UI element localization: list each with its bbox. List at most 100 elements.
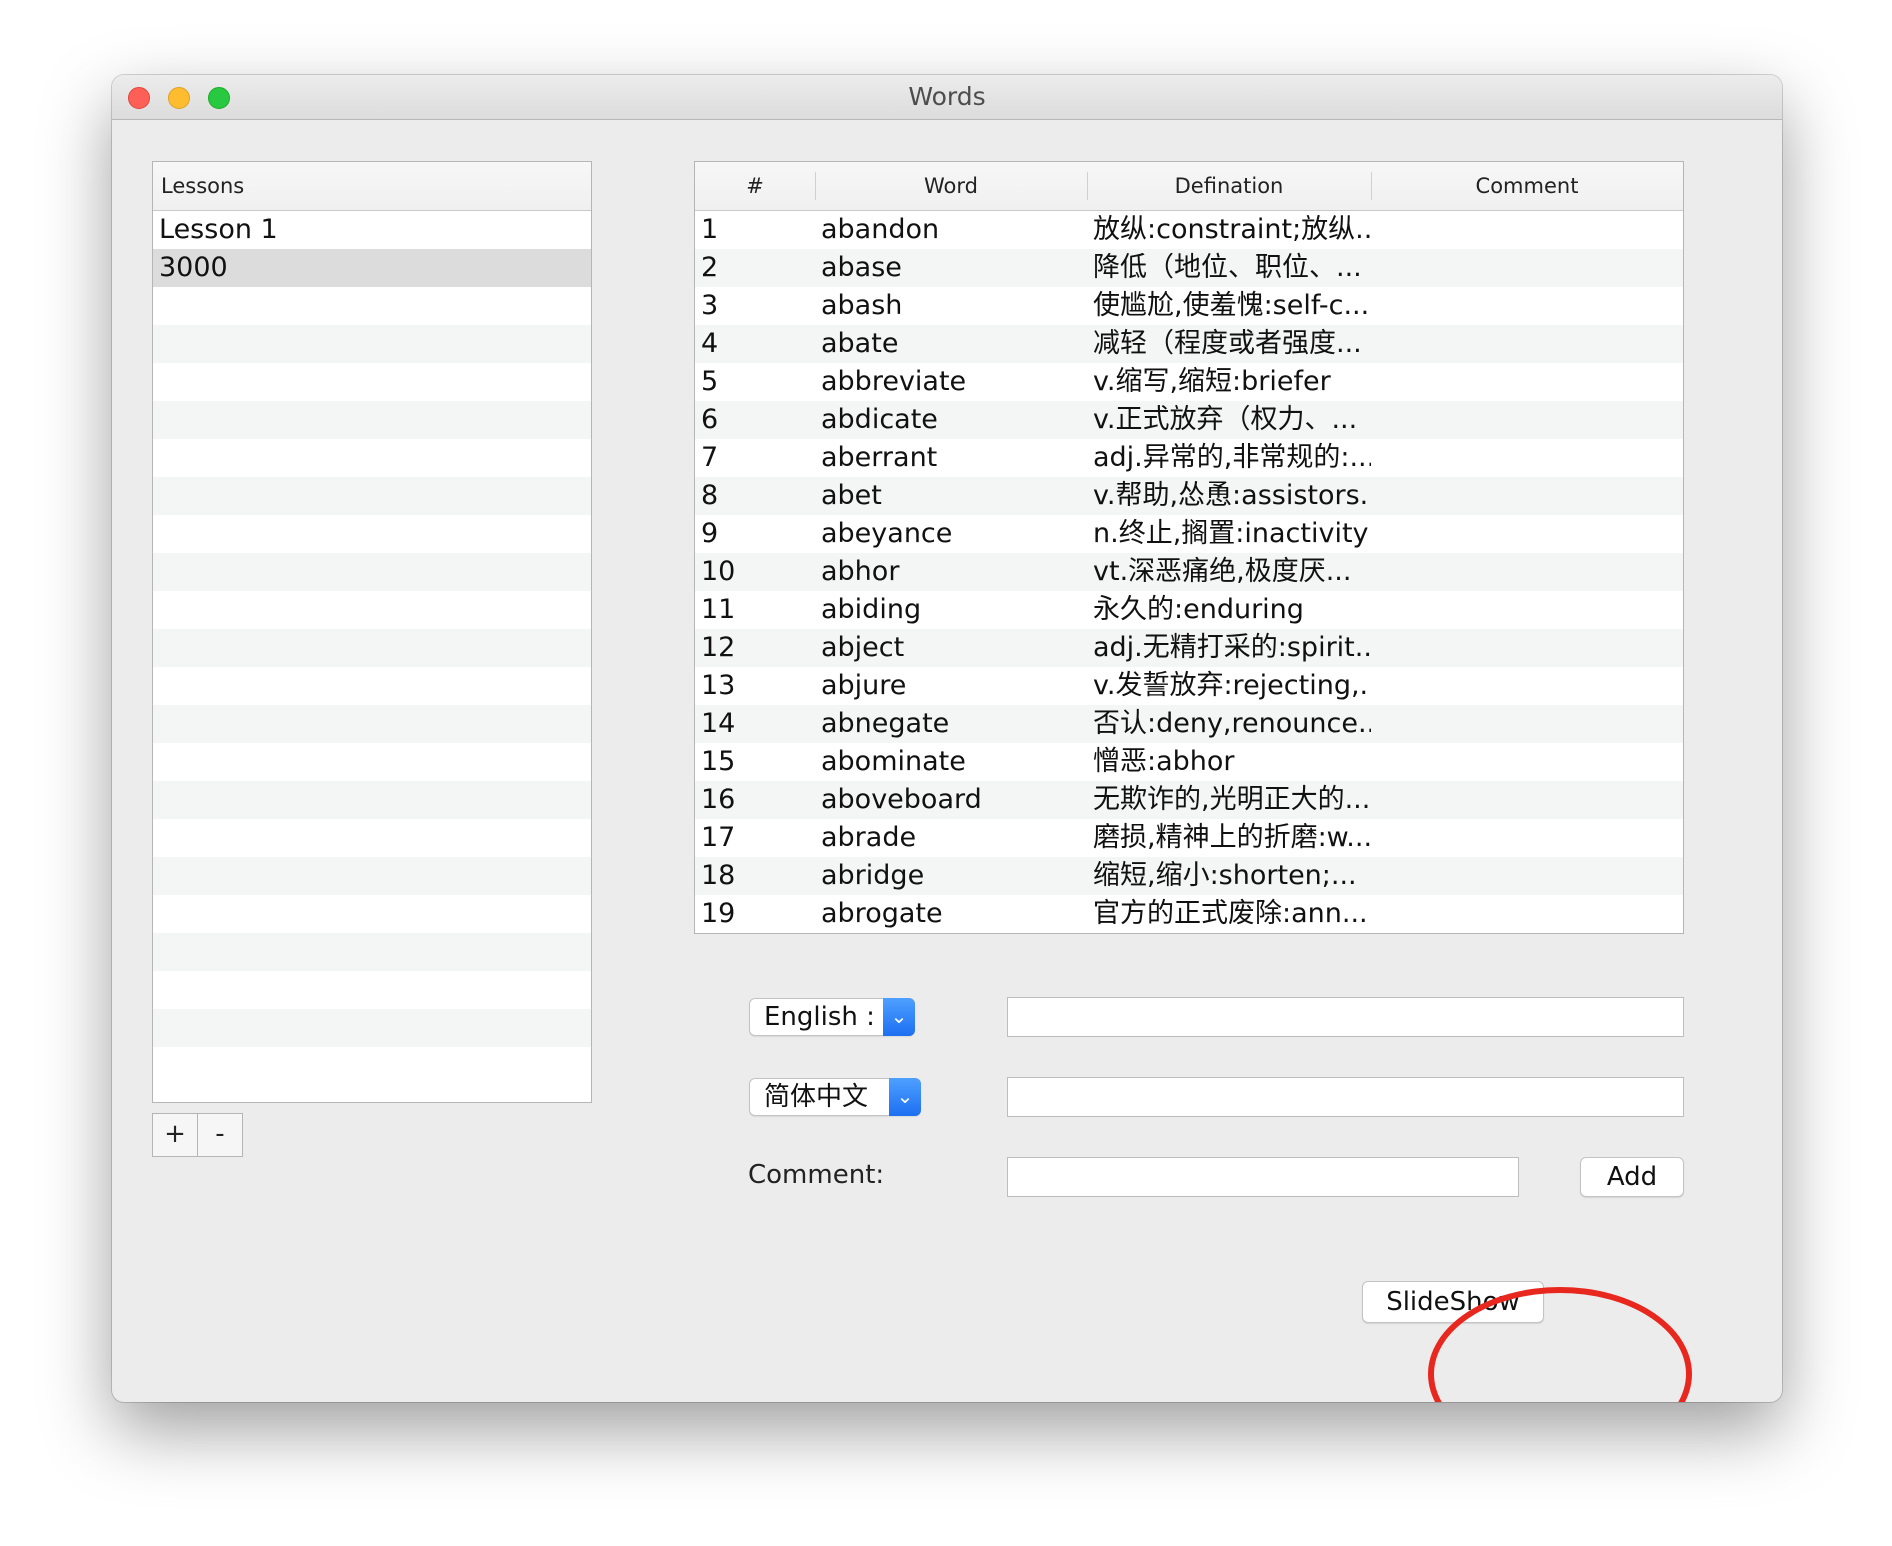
- words-table[interactable]: # Word Defination Comment 1 abandon 放纵:con…: [694, 161, 1684, 934]
- table-row[interactable]: 13 abjure v.发誓放弃:rejecting,...: [695, 667, 1683, 705]
- remove-lesson-button[interactable]: -: [197, 1113, 243, 1157]
- word-number-cell: 10: [701, 556, 736, 587]
- chinese-dropdown-label: 简体中文: [764, 1082, 869, 1112]
- definition-cell: 使尴尬,使羞愧:self-c...: [1093, 290, 1370, 321]
- table-row[interactable]: 10 abhor vt.深恶痛绝,极度厌...: [695, 553, 1683, 591]
- word-number-cell: 4: [701, 328, 719, 359]
- table-header: # Word Defination Comment: [695, 162, 1683, 211]
- comment-cell: [1371, 439, 1683, 477]
- column-header-number[interactable]: #: [695, 162, 815, 210]
- word-number-cell: 12: [701, 632, 736, 663]
- table-row[interactable]: 2 abase 降低（地位、职位、...: [695, 249, 1683, 287]
- table-row[interactable]: 1 abandon 放纵:constraint;放纵...: [695, 211, 1683, 249]
- column-header-comment[interactable]: Comment: [1371, 162, 1683, 210]
- word-cell: abiding: [821, 594, 922, 625]
- table-row[interactable]: 18 abridge 缩短,缩小:shorten;...: [695, 857, 1683, 895]
- chinese-language-dropdown[interactable]: 简体中文 ⌄: [749, 1078, 921, 1116]
- word-cell: abrogate: [821, 898, 943, 929]
- comment-cell: [1371, 629, 1683, 667]
- add-lesson-button[interactable]: +: [152, 1113, 198, 1157]
- comment-cell: [1371, 325, 1683, 363]
- add-word-button[interactable]: Add: [1580, 1157, 1684, 1197]
- table-row[interactable]: 6 abdicate v.正式放弃（权力、...: [695, 401, 1683, 439]
- table-row[interactable]: 12 abject adj.无精打采的:spirit...: [695, 629, 1683, 667]
- table-row[interactable]: 3 abash 使尴尬,使羞愧:self-c...: [695, 287, 1683, 325]
- table-row[interactable]: 11 abiding 永久的:enduring: [695, 591, 1683, 629]
- table-row[interactable]: 9 abeyance n.终止,搁置:inactivity: [695, 515, 1683, 553]
- empty-lesson-row: [153, 439, 591, 477]
- lessons-rows: Lesson 1 3000: [153, 211, 591, 1085]
- app-window: Words Lessons Lesson 1 3000 + - # Word De…: [112, 75, 1782, 1402]
- close-window-button[interactable]: [128, 87, 150, 109]
- table-row[interactable]: 17 abrade 磨损,精神上的折磨:w...: [695, 819, 1683, 857]
- comment-cell: [1371, 363, 1683, 401]
- word-cell: abase: [821, 252, 902, 283]
- word-cell: abrade: [821, 822, 917, 853]
- table-row[interactable]: 7 aberrant adj.异常的,非常规的:...: [695, 439, 1683, 477]
- empty-lesson-row: [153, 971, 591, 1009]
- empty-lesson-row: [153, 857, 591, 895]
- word-cell: abandon: [821, 214, 940, 245]
- word-number-cell: 2: [701, 252, 719, 283]
- empty-lesson-row: [153, 591, 591, 629]
- comment-cell: [1371, 591, 1683, 629]
- lessons-list[interactable]: Lessons Lesson 1 3000: [152, 161, 592, 1103]
- empty-lesson-row: [153, 1047, 591, 1085]
- comment-field[interactable]: [1007, 1157, 1519, 1197]
- comment-cell: [1371, 287, 1683, 325]
- table-row[interactable]: 4 abate 减轻（程度或者强度...: [695, 325, 1683, 363]
- word-cell: aboveboard: [821, 784, 982, 815]
- table-row[interactable]: 5 abbreviate v.缩写,缩短:briefer: [695, 363, 1683, 401]
- word-number-cell: 1: [701, 214, 719, 245]
- word-number-cell: 8: [701, 480, 719, 511]
- table-row[interactable]: 14 abnegate 否认:deny,renounce...: [695, 705, 1683, 743]
- word-number-cell: 7: [701, 442, 719, 473]
- empty-lesson-row: [153, 477, 591, 515]
- comment-cell: [1371, 819, 1683, 857]
- lesson-item[interactable]: 3000: [153, 249, 591, 287]
- word-number-cell: 6: [701, 404, 719, 435]
- column-header-word[interactable]: Word: [815, 162, 1087, 210]
- comment-cell: [1371, 895, 1683, 933]
- english-dropdown-label: English :: [764, 1002, 875, 1032]
- word-number-cell: 9: [701, 518, 719, 549]
- definition-cell: 放纵:constraint;放纵...: [1093, 214, 1371, 245]
- comment-cell: [1371, 743, 1683, 781]
- chinese-definition-field[interactable]: [1007, 1077, 1684, 1117]
- definition-cell: vt.深恶痛绝,极度厌...: [1093, 556, 1352, 587]
- word-cell: abhor: [821, 556, 900, 587]
- lesson-item[interactable]: Lesson 1: [153, 211, 591, 249]
- definition-cell: v.正式放弃（权力、...: [1093, 404, 1358, 435]
- word-cell: abnegate: [821, 708, 950, 739]
- comment-cell: [1371, 857, 1683, 895]
- table-row[interactable]: 16 aboveboard 无欺诈的,光明正大的...: [695, 781, 1683, 819]
- chevron-down-icon: ⌄: [883, 998, 915, 1036]
- empty-lesson-row: [153, 629, 591, 667]
- lessons-header[interactable]: Lessons: [153, 162, 591, 211]
- minimize-window-button[interactable]: [168, 87, 190, 109]
- table-row[interactable]: 15 abominate 憎恶:abhor: [695, 743, 1683, 781]
- table-row[interactable]: 19 abrogate 官方的正式废除:ann...: [695, 895, 1683, 933]
- chevron-down-icon: ⌄: [889, 1078, 921, 1116]
- empty-lesson-row: [153, 363, 591, 401]
- word-number-cell: 5: [701, 366, 719, 397]
- table-row[interactable]: 8 abet v.帮助,怂恿:assistors...: [695, 477, 1683, 515]
- maximize-window-button[interactable]: [208, 87, 230, 109]
- word-number-cell: 3: [701, 290, 719, 321]
- definition-cell: adj.异常的,非常规的:...: [1093, 442, 1371, 473]
- word-number-cell: 14: [701, 708, 736, 739]
- word-number-cell: 18: [701, 860, 736, 891]
- word-cell: abject: [821, 632, 905, 663]
- comment-cell: [1371, 401, 1683, 439]
- comment-cell: [1371, 705, 1683, 743]
- comment-cell: [1371, 211, 1683, 249]
- empty-lesson-row: [153, 401, 591, 439]
- title-bar[interactable]: Words: [112, 75, 1782, 120]
- empty-lesson-row: [153, 743, 591, 781]
- english-word-field[interactable]: [1007, 997, 1684, 1037]
- definition-cell: 减轻（程度或者强度...: [1093, 328, 1362, 359]
- word-number-cell: 19: [701, 898, 736, 929]
- word-cell: abominate: [821, 746, 966, 777]
- english-language-dropdown[interactable]: English : ⌄: [749, 998, 915, 1036]
- column-header-definition[interactable]: Defination: [1087, 162, 1371, 210]
